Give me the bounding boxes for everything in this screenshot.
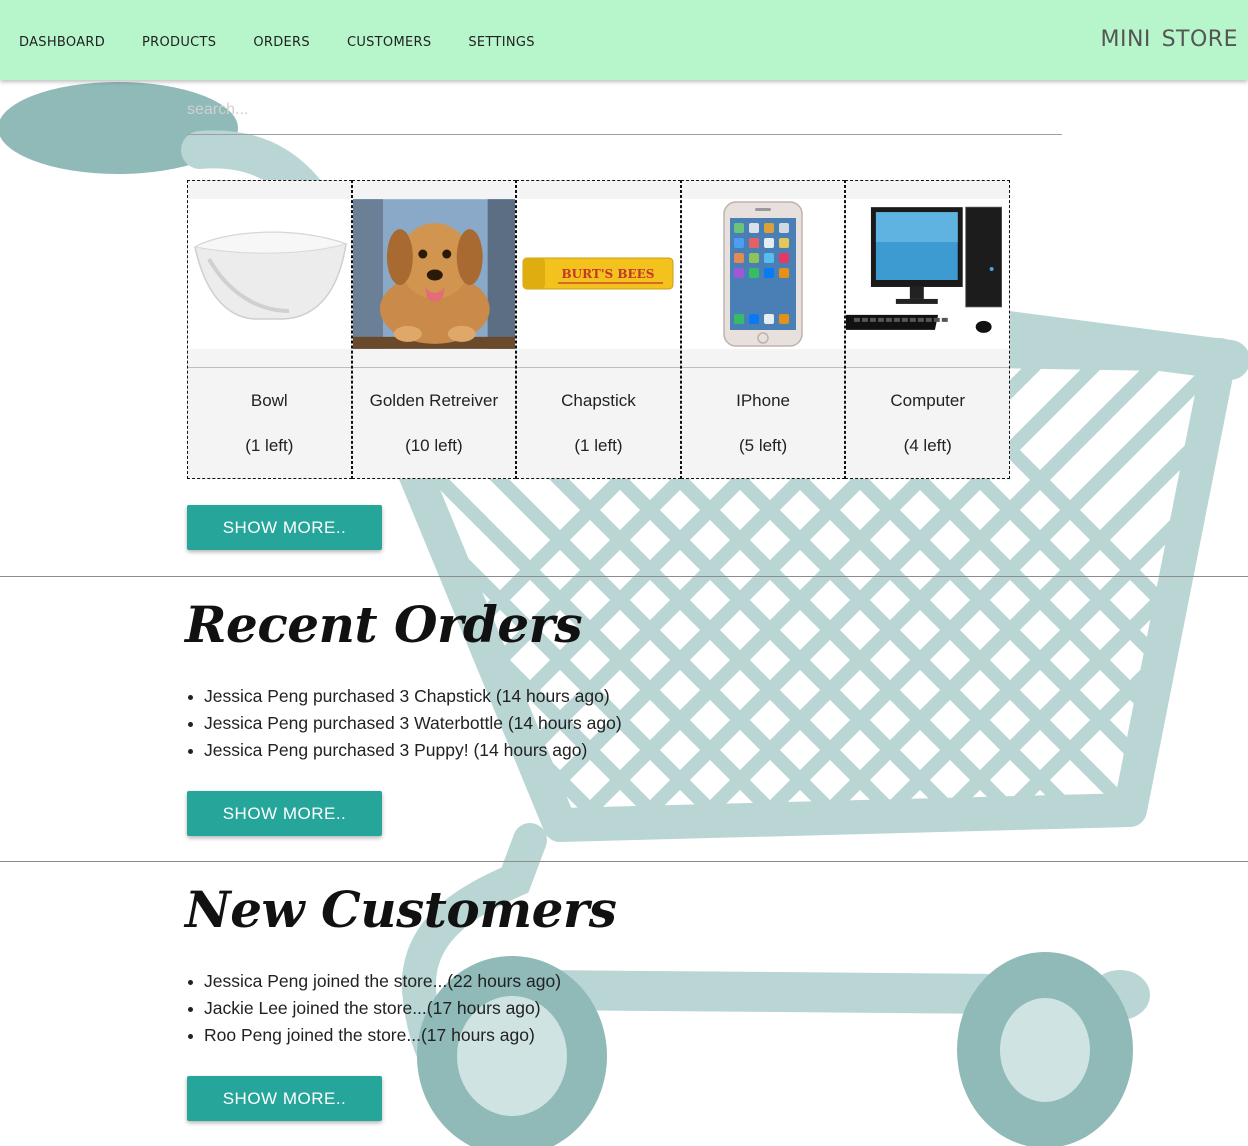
list-item: Jessica Peng purchased 3 Puppy! (14 hour…: [187, 737, 622, 764]
dog-image: [352, 199, 516, 349]
product-card[interactable]: Bowl (1 left): [187, 180, 352, 479]
recent-orders-title: Recent Orders: [185, 595, 583, 654]
card-divider: [517, 367, 680, 368]
recent-orders-list: Jessica Peng purchased 3 Chapstick (14 h…: [187, 683, 622, 764]
search-input[interactable]: [187, 90, 1062, 126]
dashboard-content: Bowl (1 left): [0, 0, 1248, 1146]
new-customers-list: Jessica Peng joined the store...(22 hour…: [187, 968, 561, 1049]
list-item: Jessica Peng purchased 3 Chapstick (14 h…: [187, 683, 622, 710]
section-divider: [0, 576, 1248, 577]
search-bar: [187, 90, 1062, 135]
show-more-orders-button[interactable]: SHOW MORE..: [187, 791, 382, 836]
nav-link-orders[interactable]: orders: [234, 29, 328, 51]
nav-link-products[interactable]: products: [123, 29, 234, 51]
product-stock: (1 left): [574, 436, 623, 455]
computer-image: [846, 199, 1009, 349]
card-divider: [352, 367, 516, 368]
product-name: IPhone: [736, 391, 791, 410]
chapstick-label-text: BURT'S BEES: [562, 267, 655, 281]
product-stock: (5 left): [738, 436, 788, 455]
product-name: Golden Retreiver: [369, 391, 499, 410]
product-name: Computer: [890, 391, 965, 410]
chapstick-image: BURT'S BEES: [517, 199, 680, 349]
list-item: Jackie Lee joined the store...(17 hours …: [187, 995, 561, 1022]
card-divider: [681, 367, 845, 368]
new-customers-title: New Customers: [185, 880, 617, 939]
product-card[interactable]: IPhone (5 left): [680, 180, 846, 479]
nav-link-dashboard[interactable]: dashboard: [0, 29, 123, 51]
product-stock: (4 left): [903, 436, 952, 455]
phone-image: [681, 199, 845, 349]
product-grid: Bowl (1 left) Golden Retreiver (10 left)…: [187, 180, 1010, 479]
bowl-image: [188, 199, 351, 349]
product-name: Bowl: [250, 391, 288, 410]
show-more-customers-button[interactable]: SHOW MORE..: [187, 1076, 382, 1121]
product-card[interactable]: Computer (4 left): [845, 180, 1010, 479]
nav-link-customers[interactable]: customers: [328, 29, 449, 51]
brand-logo[interactable]: mini store: [1101, 16, 1239, 54]
product-card[interactable]: Golden Retreiver (10 left): [351, 180, 517, 479]
section-divider: [0, 861, 1248, 862]
product-stock: (1 left): [245, 436, 294, 455]
nav-link-settings[interactable]: settings: [449, 29, 552, 51]
card-divider: [846, 367, 1009, 368]
card-divider: [188, 367, 351, 368]
nav-links: dashboard products orders customers sett…: [0, 0, 553, 80]
top-navbar: dashboard products orders customers sett…: [0, 0, 1248, 80]
product-stock: (10 left): [405, 436, 463, 455]
list-item: Roo Peng joined the store...(17 hours ag…: [187, 1022, 561, 1049]
list-item: Jessica Peng joined the store...(22 hour…: [187, 968, 561, 995]
list-item: Jessica Peng purchased 3 Waterbottle (14…: [187, 710, 622, 737]
show-more-products-button[interactable]: SHOW MORE..: [187, 505, 382, 550]
product-card[interactable]: BURT'S BEES Chapstick (1 left): [516, 180, 681, 479]
product-name: Chapstick: [561, 391, 636, 410]
